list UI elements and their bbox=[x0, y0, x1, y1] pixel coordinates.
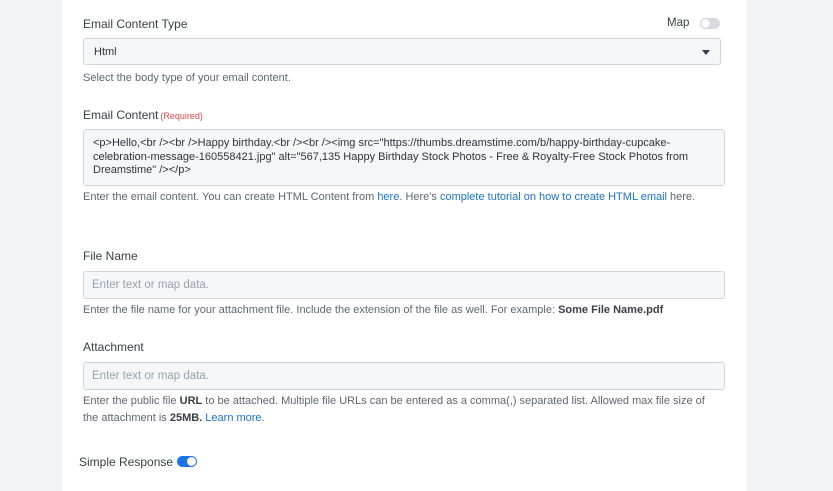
required-badge: (Required) bbox=[160, 111, 203, 121]
file-name-input[interactable] bbox=[83, 271, 725, 299]
simple-response-toggle[interactable] bbox=[177, 456, 197, 467]
attachment-help: Enter the public file URL to be attached… bbox=[83, 393, 723, 427]
email-content-label-text: Email Content bbox=[83, 108, 159, 122]
email-content-type-select[interactable]: Html bbox=[83, 38, 721, 65]
email-content-textarea[interactable]: <p>Hello,<br /><br />Happy birthday.<br … bbox=[83, 129, 725, 186]
email-content-label: Email Content (Required) bbox=[83, 108, 203, 122]
email-content-help: Enter the email content. You can create … bbox=[83, 189, 713, 206]
file-name-label: File Name bbox=[83, 249, 138, 263]
simple-response-label: Simple Response bbox=[79, 455, 174, 469]
email-content-help-mid: . Here's bbox=[399, 191, 440, 203]
email-content-type-label: Email Content Type bbox=[83, 17, 188, 31]
attachment-help-p1: Enter the public file bbox=[83, 395, 180, 407]
attachment-input[interactable] bbox=[83, 362, 725, 390]
email-content-type-value: Html bbox=[94, 46, 117, 58]
map-toggle-knob bbox=[701, 19, 710, 28]
html-email-tutorial-link[interactable]: complete tutorial on how to create HTML … bbox=[440, 191, 667, 203]
email-content-help-prefix: Enter the email content. You can create … bbox=[83, 191, 378, 203]
map-label: Map bbox=[667, 17, 690, 29]
file-name-help-text: Enter the file name for your attachment … bbox=[83, 304, 559, 316]
email-content-type-help: Select the body type of your email conte… bbox=[83, 72, 291, 84]
map-toggle[interactable] bbox=[700, 18, 720, 29]
simple-response-toggle-knob bbox=[187, 457, 196, 466]
chevron-down-icon bbox=[702, 50, 710, 55]
html-content-here-link[interactable]: here bbox=[377, 191, 399, 203]
file-name-example: Some File Name.pdf bbox=[558, 304, 664, 316]
attachment-help-url: URL bbox=[179, 395, 203, 407]
email-content-help-suffix: here. bbox=[667, 191, 696, 203]
file-name-help: Enter the file name for your attachment … bbox=[83, 302, 663, 319]
learn-more-link[interactable]: Learn more. bbox=[205, 412, 264, 424]
attachment-label: Attachment bbox=[83, 340, 144, 354]
attachment-max-size: 25MB. bbox=[169, 412, 203, 424]
